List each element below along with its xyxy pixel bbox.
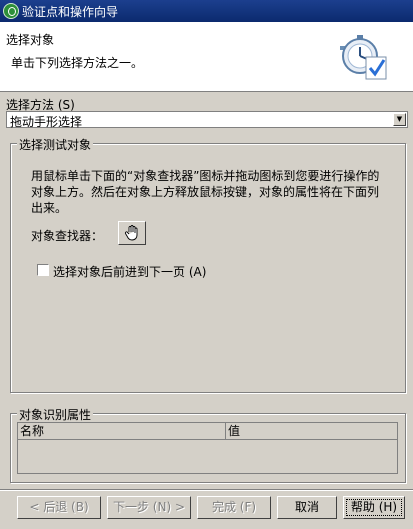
help-button[interactable]: 帮助 (H) bbox=[343, 496, 405, 519]
instructions-text: 用鼠标单击下面的“对象查找器”图标并拖动图标到您要进行操作的对象上方。然后在对象… bbox=[31, 169, 380, 215]
next-page-checkbox-label[interactable]: 选择对象后前进到下一页 (A) bbox=[53, 263, 206, 280]
properties-table[interactable]: 名称 值 bbox=[17, 422, 398, 474]
method-select-value: 拖动手形选择 bbox=[10, 115, 83, 129]
title-bar: 验证点和操作向导 bbox=[0, 0, 413, 22]
window-title: 验证点和操作向导 bbox=[22, 5, 119, 19]
object-finder-label: 对象查找器： bbox=[31, 229, 104, 243]
page-title: 选择对象 bbox=[6, 33, 55, 47]
next-button[interactable]: 下一步 (N) > bbox=[107, 496, 191, 519]
page-subtitle: 单击下列选择方法之一。 bbox=[11, 56, 144, 70]
hand-icon bbox=[124, 225, 138, 241]
back-button[interactable]: < 后退 (B) bbox=[17, 496, 101, 519]
wizard-header: 选择对象 单击下列选择方法之一。 bbox=[0, 22, 413, 92]
object-finder-button[interactable] bbox=[118, 221, 146, 245]
select-test-object-group-title: 选择测试对象 bbox=[17, 136, 94, 153]
stopwatch-checkmark-icon bbox=[340, 35, 387, 80]
cancel-button[interactable]: 取消 bbox=[277, 496, 337, 519]
finish-button[interactable]: 完成 (F) bbox=[197, 496, 271, 519]
next-page-checkbox[interactable] bbox=[37, 264, 49, 276]
method-select[interactable]: 拖动手形选择 ▼ bbox=[6, 111, 408, 129]
recognition-properties-group-title: 对象识别属性 bbox=[17, 406, 94, 423]
column-header-name[interactable]: 名称 bbox=[18, 423, 226, 440]
chevron-down-icon[interactable]: ▼ bbox=[393, 113, 406, 126]
app-icon bbox=[3, 3, 19, 19]
button-separator bbox=[0, 489, 413, 491]
column-header-value[interactable]: 值 bbox=[226, 423, 397, 440]
